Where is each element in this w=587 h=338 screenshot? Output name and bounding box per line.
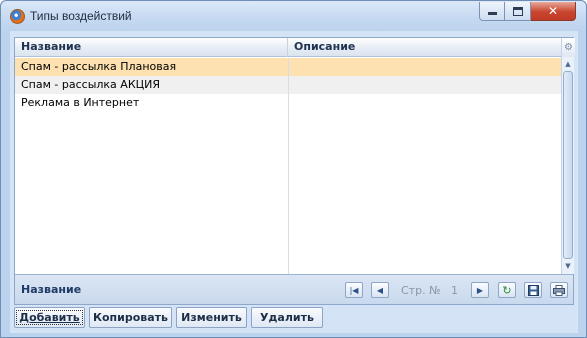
close-button[interactable]: ✕ [531,2,576,21]
minimize-icon [487,12,497,15]
add-button-label: Добавить [16,310,83,325]
edit-button[interactable]: Изменить [176,307,247,328]
refresh-icon[interactable]: ↻ [498,282,516,298]
column-chooser-icon[interactable]: ⚙ [562,38,575,57]
cell-description [288,76,561,94]
scroll-up-arrow-icon[interactable]: ▲ [562,58,574,70]
previous-page-icon[interactable]: ◀ [371,282,389,298]
page-label: Стр. № [401,284,441,297]
column-header-description[interactable]: Описание [288,38,561,57]
title-bar[interactable]: Типы воздействий ✕ [1,1,586,31]
window-client-area: Название Описание Спам - рассылка Планов… [10,31,578,333]
save-icon[interactable] [524,282,542,298]
globe-app-icon [10,9,25,24]
add-button[interactable]: Добавить [14,307,85,328]
app-window: Типы воздействий ✕ Название Описание Спа… [0,0,587,338]
first-page-icon[interactable]: |◀ [345,282,363,298]
next-page-icon[interactable]: ▶ [471,282,489,298]
column-divider [288,58,289,274]
page-number: 1 [451,284,458,297]
cell-name: Спам - рассылка Плановая [21,60,177,73]
maximize-icon [512,6,523,16]
column-header-name[interactable]: Название [15,38,288,57]
window-title: Типы воздействий [30,9,132,23]
scroll-thumb[interactable] [563,71,573,259]
footer-column-label: Название [21,283,82,296]
grid-footer: Название |◀ ◀ Стр. № 1 ▶ ↻ [15,274,573,304]
data-grid: Название Описание Спам - рассылка Планов… [14,37,575,305]
delete-button[interactable]: Удалить [251,307,323,328]
print-icon[interactable] [550,282,568,298]
cell-description [288,58,561,76]
minimize-button[interactable] [479,2,505,21]
cell-name: Реклама в Интернет [21,96,140,109]
vertical-scrollbar[interactable]: ⚙ ▲ ▼ [561,38,575,274]
scroll-down-arrow-icon[interactable]: ▼ [562,260,574,272]
grid-header: Название Описание [15,38,561,57]
close-icon: ✕ [547,4,559,18]
copy-button[interactable]: Копировать [89,307,172,328]
cell-name: Спам - рассылка АКЦИЯ [21,78,161,91]
cell-description [288,94,561,112]
maximize-button[interactable] [505,2,531,21]
